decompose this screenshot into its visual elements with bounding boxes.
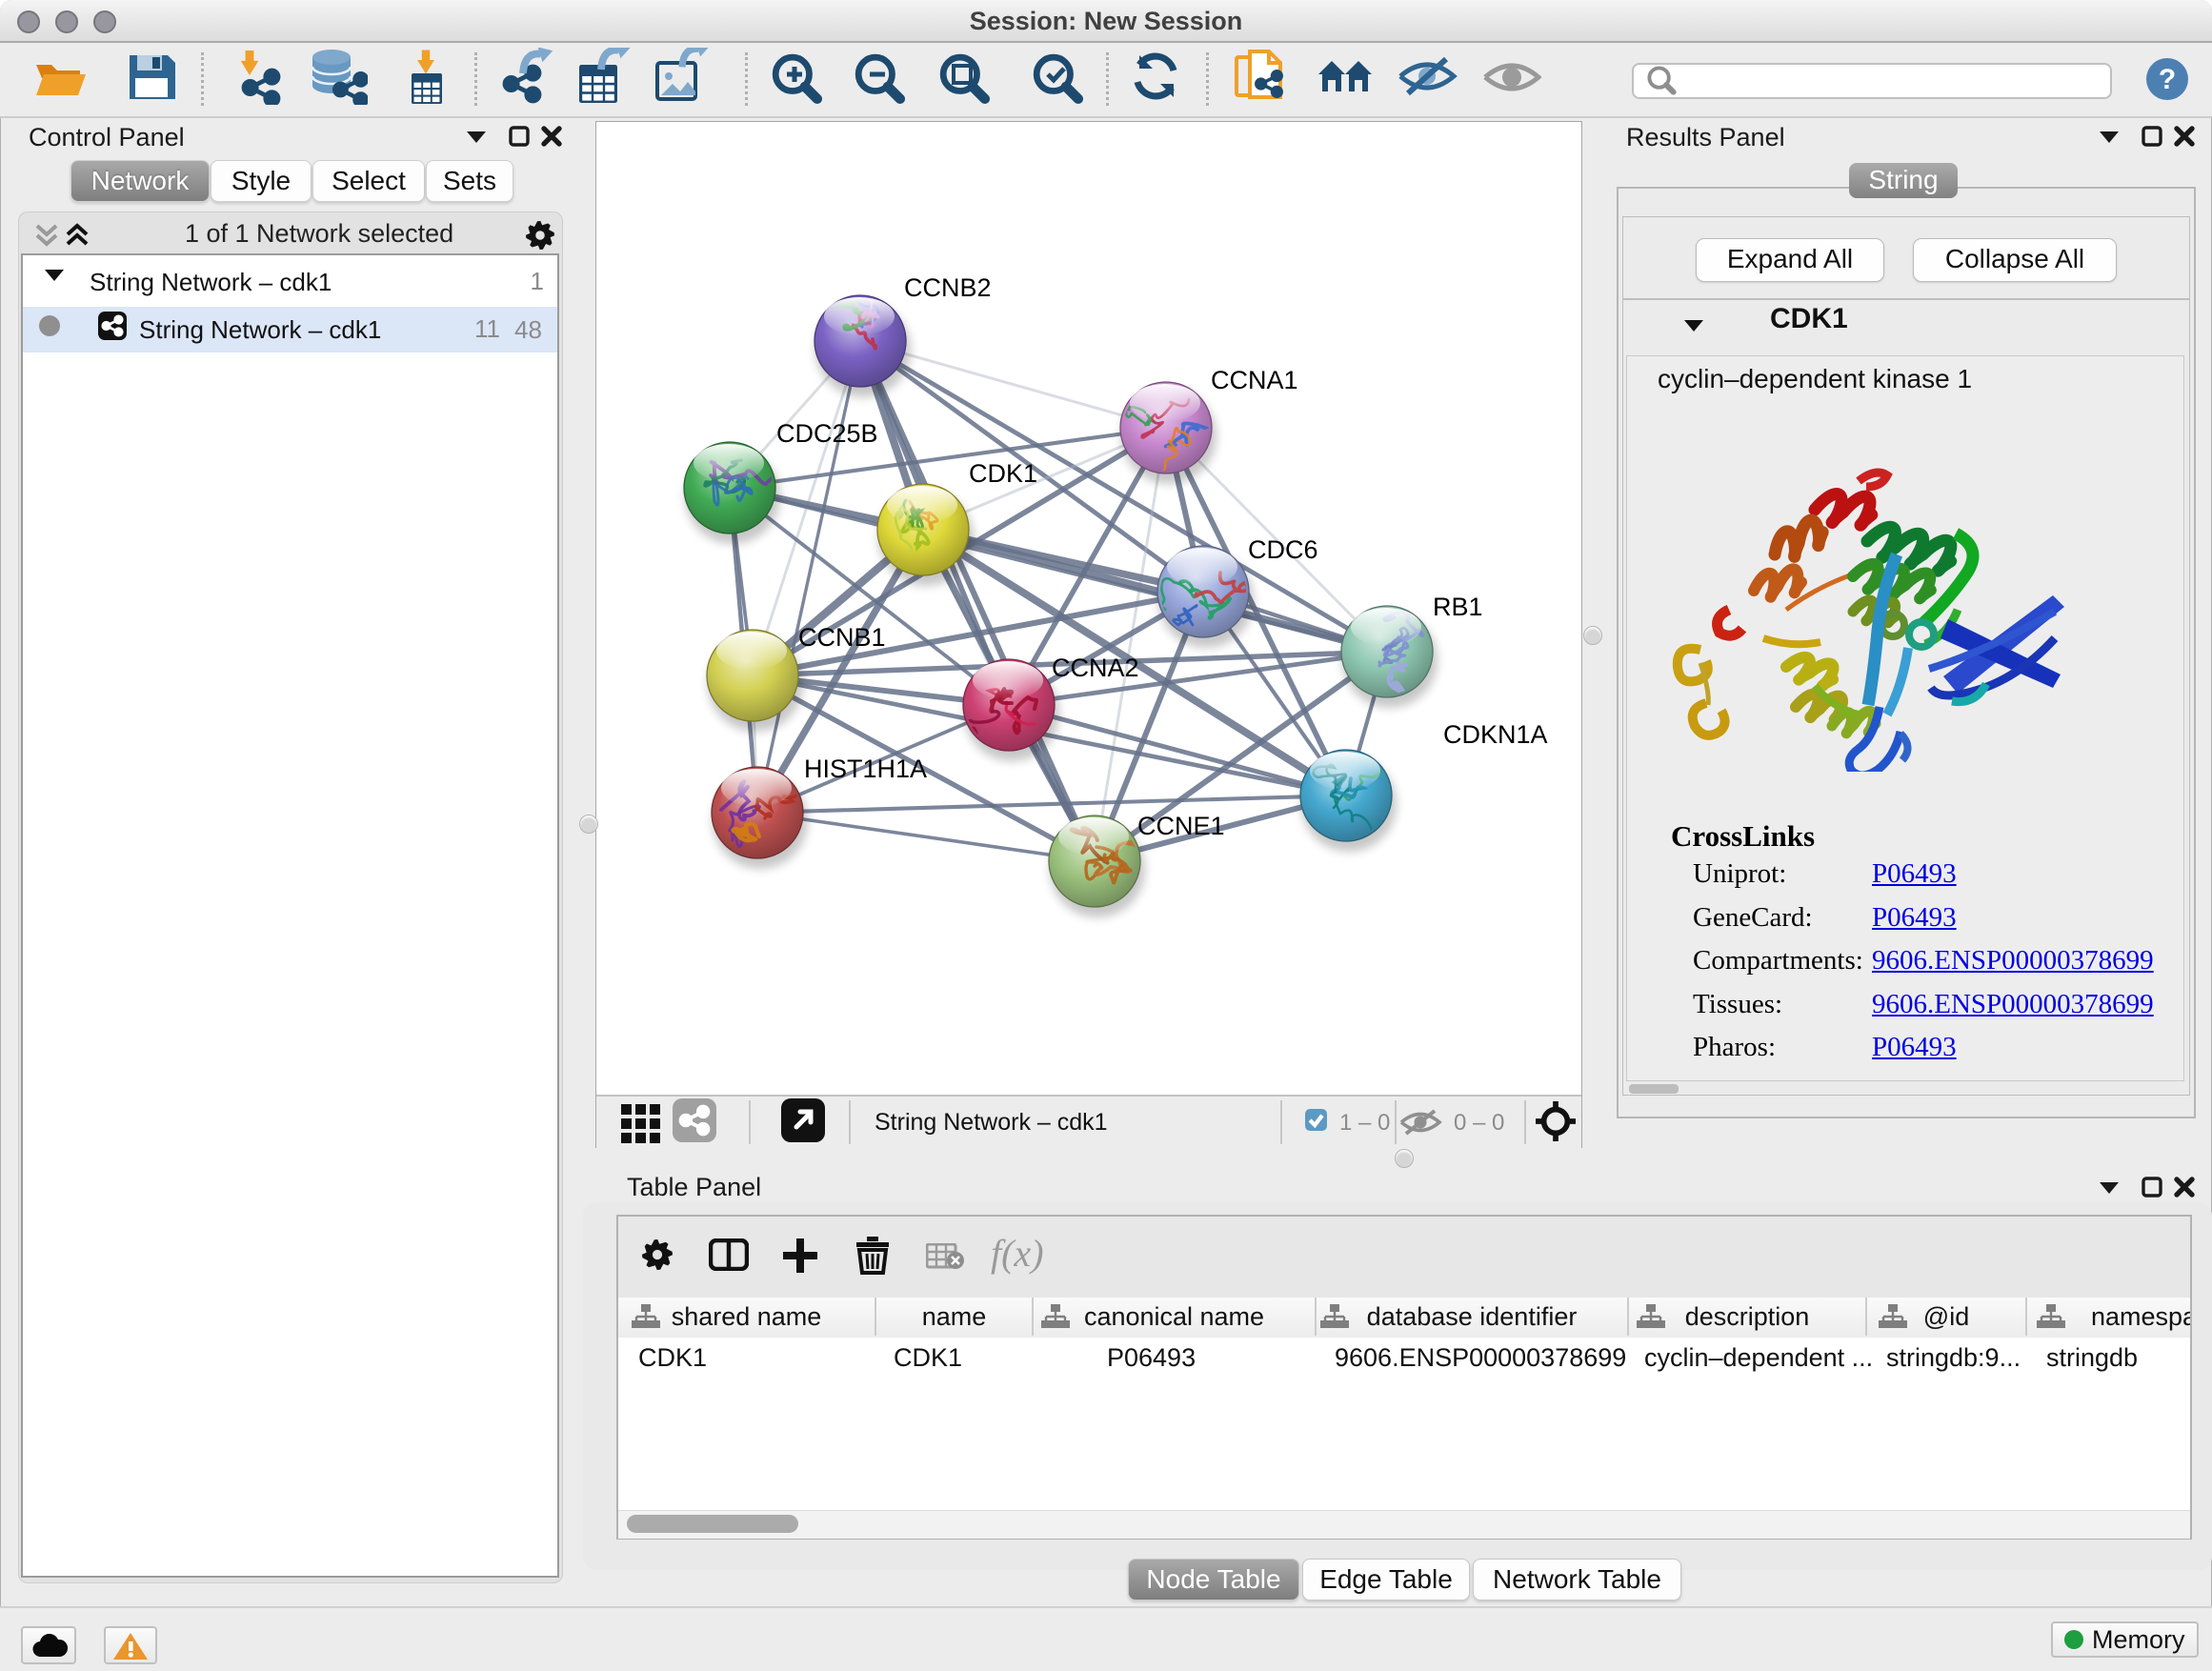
svg-text:CDC6: CDC6 [1248, 535, 1318, 564]
svg-text:HIST1H1A: HIST1H1A [804, 755, 927, 783]
svg-text:CDC25B: CDC25B [776, 419, 878, 448]
svg-text:CCNA1: CCNA1 [1211, 366, 1298, 394]
svg-text:CCNE1: CCNE1 [1137, 812, 1225, 840]
svg-text:RB1: RB1 [1433, 593, 1483, 621]
svg-text:CDKN1A: CDKN1A [1443, 720, 1548, 749]
svg-text:?: ? [2159, 64, 2176, 95]
svg-text:CCNB1: CCNB1 [798, 623, 886, 652]
svg-text:CCNB2: CCNB2 [904, 273, 992, 302]
svg-text:CDK1: CDK1 [969, 459, 1037, 488]
svg-text:CCNA2: CCNA2 [1052, 654, 1139, 682]
